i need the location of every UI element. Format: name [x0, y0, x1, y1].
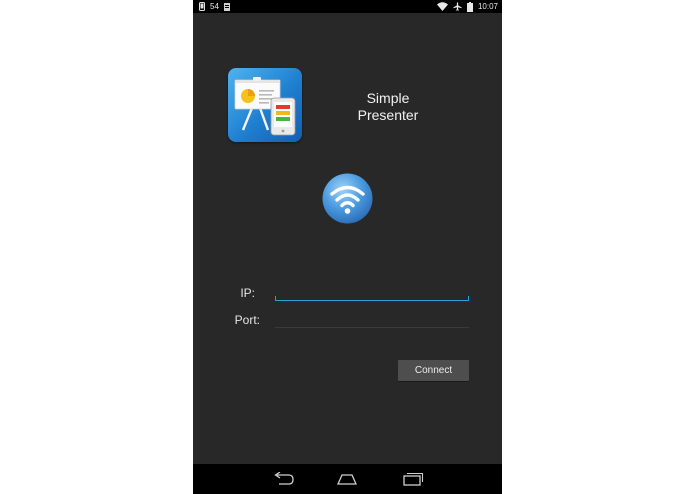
status-bar: 54 10:07: [193, 0, 502, 13]
status-time: 10:07: [477, 2, 498, 11]
connect-button[interactable]: Connect: [398, 360, 469, 381]
airplane-mode-icon: [453, 2, 462, 11]
presentation-easel-icon: [234, 77, 296, 136]
home-icon[interactable]: [335, 472, 359, 486]
wifi-icon: [436, 2, 448, 11]
notification-icon: [223, 2, 230, 11]
ip-label: IP:: [240, 286, 255, 300]
battery-icon: [466, 1, 473, 12]
ip-input[interactable]: [275, 285, 469, 301]
status-notification-count: 54: [210, 2, 219, 11]
status-left: 54: [199, 2, 230, 11]
phone-icon: [199, 2, 205, 11]
device-screen: 54 10:07 Simple Presenter IP: Port: Conn…: [193, 0, 502, 494]
wifi-connection-icon: [322, 173, 373, 224]
app-title-line-2: Presenter: [357, 107, 419, 123]
navigation-bar: [193, 464, 502, 494]
recents-icon[interactable]: [401, 472, 425, 486]
status-right: 10:07: [436, 1, 498, 12]
port-input[interactable]: [275, 312, 469, 328]
port-label: Port:: [234, 313, 260, 327]
app-title-line-1: Simple: [366, 90, 410, 106]
back-icon[interactable]: [271, 472, 295, 486]
app-title: Simple Presenter: [333, 90, 443, 124]
presentation-app-icon: [228, 68, 302, 142]
